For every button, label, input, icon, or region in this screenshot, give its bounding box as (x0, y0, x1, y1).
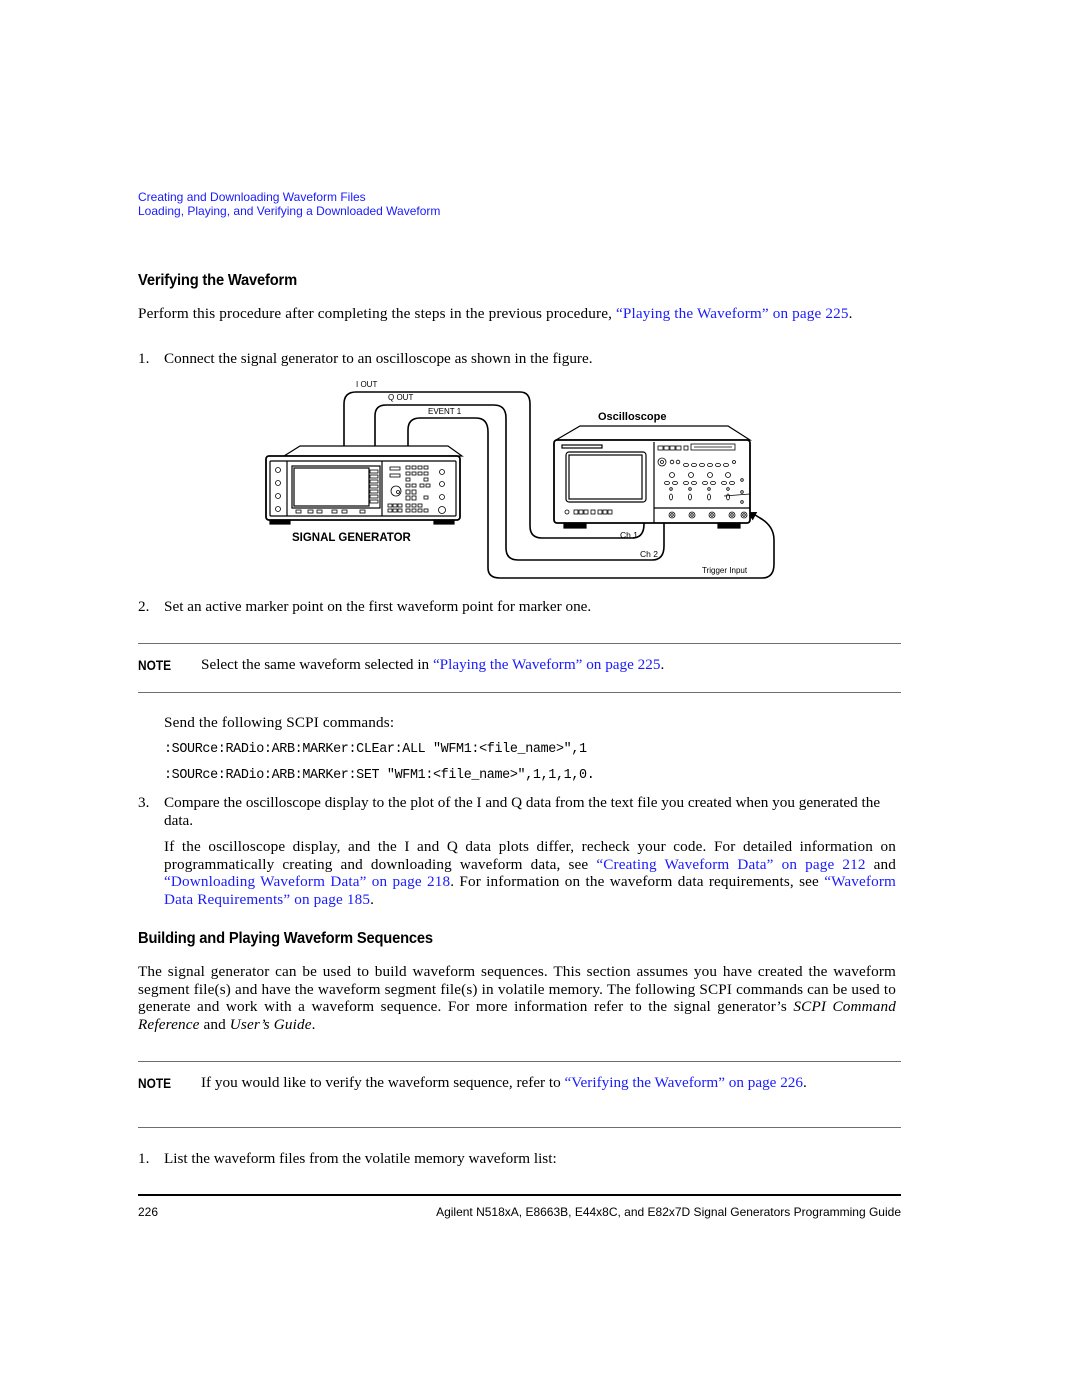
link-verifying-waveform[interactable]: “Verifying the Waveform” on page 226 (565, 1074, 803, 1091)
note-bottom-rule (138, 692, 901, 693)
note-label: NOTE (138, 657, 172, 673)
step-text: Connect the signal generator to an oscil… (164, 350, 593, 367)
recheck-text-2: and (865, 855, 896, 873)
note2-label: NOTE (138, 1075, 172, 1091)
note2-top-rule (138, 1061, 901, 1062)
section-heading-verifying: Verifying the Waveform (138, 272, 298, 289)
oscilloscope-label: Oscilloscope (598, 411, 666, 423)
step-text: List the waveform files from the volatil… (164, 1150, 557, 1167)
step-number: 1. (138, 1150, 150, 1167)
intro-text: Perform this procedure after completing … (138, 305, 616, 322)
link-playing-waveform[interactable]: “Playing the Waveform” on page 225 (616, 305, 849, 322)
step-number: 3. (138, 794, 150, 811)
sequences-text-2: and (199, 1016, 230, 1034)
step-2: 2. Set an active marker point on the fir… (138, 598, 896, 616)
step-text: Set an active marker point on the first … (164, 598, 592, 615)
page-number: 226 (138, 1205, 159, 1219)
step-number: 2. (138, 598, 150, 615)
breadcrumb: Creating and Downloading Waveform Files … (138, 190, 440, 218)
note-body: Select the same waveform selected in (201, 656, 433, 673)
breadcrumb-chapter-link[interactable]: Creating and Downloading Waveform Files (138, 190, 440, 204)
note-top-rule (138, 643, 901, 644)
link-creating-waveform-data[interactable]: “Creating Waveform Data” on page 212 (596, 856, 865, 873)
recheck-text-4: . (370, 891, 375, 909)
signal-generator-instrument (265, 445, 464, 525)
label-ch2: Ch 2 (640, 549, 658, 559)
note-end: . (660, 656, 665, 673)
scpi-command-set: :SOURce:RADio:ARB:MARKer:SET "WFM1:<file… (164, 768, 595, 783)
label-event-1: EVENT 1 (428, 407, 462, 416)
note2-end: . (803, 1074, 807, 1091)
link-downloading-waveform-data[interactable]: “Downloading Waveform Data” on page 218 (164, 873, 450, 890)
label-ch1: Ch 1 (620, 530, 638, 540)
label-i-out: I OUT (356, 380, 377, 389)
sequences-paragraph: The signal generator can be used to buil… (138, 963, 896, 1034)
label-trigger-input: Trigger Input (702, 566, 748, 575)
link-playing-waveform-note[interactable]: “Playing the Waveform” on page 225 (433, 656, 661, 673)
note2-body: If you would like to verify the waveform… (201, 1074, 565, 1091)
section-heading-sequences: Building and Playing Waveform Sequences (138, 930, 433, 947)
step-1: 1. Connect the signal generator to an os… (138, 350, 896, 368)
label-q-out: Q OUT (388, 393, 413, 402)
intro-paragraph: Perform this procedure after completing … (138, 305, 896, 323)
scpi-command-clear: :SOURce:RADio:ARB:MARKer:CLEar:ALL "WFM1… (164, 742, 587, 757)
breadcrumb-section-link[interactable]: Loading, Playing, and Verifying a Downlo… (138, 204, 440, 218)
note2-bottom-rule (138, 1127, 901, 1128)
sequence-step-1: 1. List the waveform files from the vola… (138, 1150, 896, 1168)
connection-diagram: I OUT Q OUT EVENT 1 SIGNAL GENERATOR Osc… (262, 376, 782, 586)
sequences-text-3: . (311, 1016, 316, 1034)
recheck-text-3: . For information on the waveform data r… (450, 873, 825, 891)
step-text: Compare the oscilloscope display to the … (164, 794, 881, 829)
users-guide-title: User’s Guide (229, 1016, 312, 1034)
step-3: 3. Compare the oscilloscope display to t… (138, 794, 896, 829)
send-commands-text: Send the following SCPI commands: (164, 714, 395, 731)
sequences-text-1: The signal generator can be used to buil… (138, 963, 896, 1016)
footer-title: Agilent N518xA, E8663B, E44x8C, and E82x… (436, 1205, 901, 1219)
note-text: Select the same waveform selected in “Pl… (201, 656, 891, 674)
footer-rule (138, 1194, 901, 1196)
step-number: 1. (138, 350, 150, 367)
recheck-paragraph: If the oscilloscope display, and the I a… (164, 838, 896, 909)
oscilloscope-instrument (553, 425, 753, 529)
intro-end: . (848, 305, 853, 322)
note2-text: If you would like to verify the waveform… (201, 1074, 891, 1092)
signal-generator-label: SIGNAL GENERATOR (292, 532, 412, 544)
